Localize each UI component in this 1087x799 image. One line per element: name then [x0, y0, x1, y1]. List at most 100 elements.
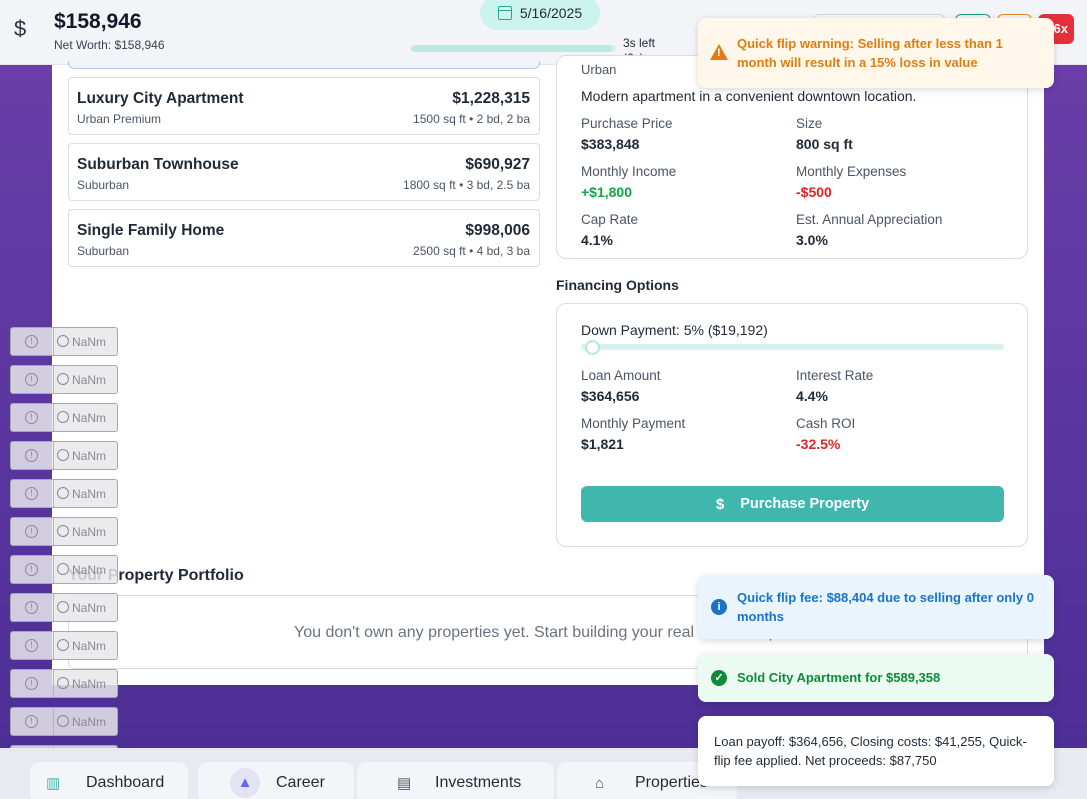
tab-label: Investments	[435, 774, 522, 791]
interest-rate-label: Interest Rate	[796, 368, 874, 383]
property-specs: 1800 sq ft • 3 bd, 2.5 ba	[403, 178, 530, 192]
selected-property-item[interactable]	[68, 61, 540, 69]
appreciation-value: 3.0%	[796, 232, 828, 248]
property-item[interactable]: Luxury City Apartment Urban Premium $1,2…	[68, 77, 540, 135]
chip-divider	[53, 480, 54, 507]
timer-chip[interactable]: ! NaNm	[10, 593, 118, 622]
property-type: Suburban	[77, 178, 130, 192]
property-description: Modern apartment in a convenient downtow…	[581, 88, 917, 104]
alert-circle-icon: !	[25, 563, 38, 576]
chip-label: NaNm	[72, 563, 107, 577]
timer-chip[interactable]: ! NaNm	[10, 631, 118, 660]
sale-success-toast[interactable]: ✓ Sold City Apartment for $589,358	[698, 654, 1054, 702]
toast-message: Sold City Apartment for $589,358	[737, 670, 941, 685]
timer-chip[interactable]: ! NaNm	[10, 669, 118, 698]
sale-summary-toast[interactable]: Loan payoff: $364,656, Closing costs: $4…	[698, 716, 1054, 786]
monthly-payment-value: $1,821	[581, 436, 624, 452]
chip-divider	[53, 328, 54, 355]
time-left-text: 3s left	[623, 36, 656, 50]
property-item[interactable]: Single Family Home Suburban $998,006 250…	[68, 209, 540, 267]
clock-icon	[57, 449, 69, 461]
chip-divider	[53, 518, 54, 545]
purchase-price-label: Purchase Price	[581, 116, 673, 131]
timer-chip[interactable]: ! NaNm	[10, 441, 118, 470]
down-payment-slider-thumb[interactable]	[585, 340, 601, 355]
property-category: Urban	[581, 62, 617, 77]
alert-circle-icon: !	[25, 525, 38, 538]
alert-circle-icon: !	[25, 601, 38, 614]
dollar-logo-icon: $	[14, 16, 27, 41]
quick-flip-warning-toast[interactable]: ! Quick flip warning: Selling after less…	[698, 18, 1054, 88]
chip-divider	[53, 366, 54, 393]
monthly-expenses-label: Monthly Expenses	[796, 164, 907, 179]
check-circle-icon: ✓	[711, 670, 727, 686]
warning-icon: !	[710, 44, 728, 60]
alert-circle-icon: !	[25, 373, 38, 386]
loan-amount-value: $364,656	[581, 388, 640, 404]
monthly-income-value: +$1,800	[581, 184, 632, 200]
property-specs: 2500 sq ft • 4 bd, 3 ba	[413, 244, 530, 258]
timer-chip[interactable]: ! NaNm	[10, 517, 118, 546]
chip-label: NaNm	[72, 601, 107, 615]
timer-chip[interactable]: ! NaNm	[10, 479, 118, 508]
chip-divider	[53, 556, 54, 583]
chip-divider	[53, 632, 54, 659]
alert-circle-icon: !	[25, 715, 38, 728]
property-type: Suburban	[77, 244, 130, 258]
timer-chip[interactable]: ! NaNm	[10, 327, 118, 356]
calendar-icon	[497, 6, 512, 20]
home-icon: ⌂	[595, 774, 605, 792]
current-date: 5/16/2025	[519, 5, 583, 21]
alert-circle-icon: !	[25, 449, 38, 462]
alert-circle-icon: !	[25, 639, 38, 652]
size-label: Size	[796, 116, 823, 131]
monthly-income-label: Monthly Income	[581, 164, 677, 179]
chip-divider	[53, 670, 54, 697]
purchase-property-button[interactable]: $ Purchase Property	[581, 486, 1004, 522]
clock-icon	[57, 335, 69, 347]
property-price: $998,006	[465, 222, 530, 239]
property-type: Urban Premium	[77, 112, 162, 126]
clock-icon	[57, 639, 69, 651]
cap-rate-label: Cap Rate	[581, 212, 639, 227]
graduation-cap-icon: ▲	[230, 768, 260, 798]
clock-icon	[57, 411, 69, 423]
timer-chip[interactable]: ! NaNm	[10, 707, 118, 736]
clock-icon	[57, 487, 69, 499]
toast-message: Loan payoff: $364,656, Closing costs: $4…	[714, 734, 1027, 768]
tab-label: Dashboard	[86, 774, 165, 791]
tab-investments[interactable]: ▤ Investments	[357, 762, 554, 799]
timer-chip[interactable]: ! NaNm	[10, 555, 118, 584]
financing-panel: Down Payment: 5% ($19,192) Loan Amount $…	[556, 303, 1028, 547]
chip-label: NaNm	[72, 335, 107, 349]
alert-circle-icon: !	[25, 335, 38, 348]
day-progress-bar	[411, 45, 616, 52]
clock-icon	[57, 677, 69, 689]
property-item[interactable]: Suburban Townhouse Suburban $690,927 180…	[68, 143, 540, 201]
timer-chip[interactable]: ! NaNm	[10, 365, 118, 394]
chip-label: NaNm	[72, 411, 107, 425]
down-payment-slider[interactable]	[581, 344, 1004, 350]
clock-icon	[57, 601, 69, 613]
alert-circle-icon: !	[25, 677, 38, 690]
info-icon: i	[711, 599, 727, 615]
chip-label: NaNm	[72, 487, 107, 501]
interest-rate-value: 4.4%	[796, 388, 828, 404]
property-name: Single Family Home	[77, 222, 225, 239]
chip-label: NaNm	[72, 449, 107, 463]
tab-dashboard[interactable]: ▥ Dashboard	[30, 762, 188, 799]
toast-message: Quick flip fee: $88,404 due to selling a…	[737, 590, 1034, 624]
date-display: 5/16/2025	[480, 0, 600, 30]
tab-label: Career	[276, 774, 325, 791]
monthly-expenses-value: -$500	[796, 184, 832, 200]
chip-divider	[53, 708, 54, 735]
tab-career[interactable]: ▲ Career	[198, 762, 354, 799]
chip-divider	[53, 442, 54, 469]
building-icon: ▥	[46, 775, 61, 792]
loan-amount-label: Loan Amount	[581, 368, 661, 383]
clock-icon	[57, 563, 69, 575]
property-name: Suburban Townhouse	[77, 156, 239, 173]
quick-flip-fee-toast[interactable]: i Quick flip fee: $88,404 due to selling…	[698, 575, 1054, 639]
chip-label: NaNm	[72, 677, 107, 691]
timer-chip[interactable]: ! NaNm	[10, 403, 118, 432]
